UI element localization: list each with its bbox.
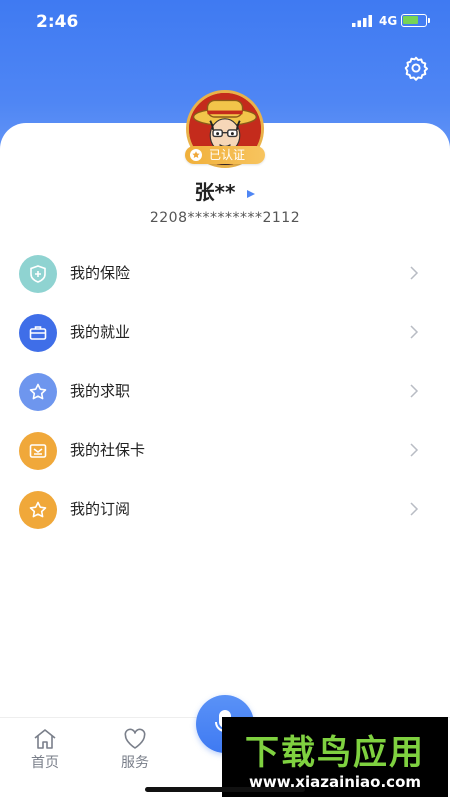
menu-item-label: 我的社保卡 xyxy=(70,441,146,459)
screen: 2:46 4G 已认证 张** 2208**********2112 我的保险 … xyxy=(0,0,450,800)
shield-plus-icon xyxy=(19,255,57,293)
verified-label: 已认证 xyxy=(209,148,246,162)
chevron-right-icon xyxy=(410,443,419,457)
signal-icon xyxy=(352,15,372,27)
battery-icon xyxy=(401,14,430,27)
star-badge-icon xyxy=(190,149,202,161)
tab-services[interactable]: 服务 xyxy=(105,728,165,772)
watermark-title: 下载鸟应用 xyxy=(245,733,425,773)
heart-icon xyxy=(124,728,146,749)
chevron-right-icon xyxy=(410,266,419,280)
tab-label: 服务 xyxy=(121,755,149,771)
id-number: 2208**********2112 xyxy=(149,210,301,226)
menu-item-insurance[interactable]: 我的保险 xyxy=(0,243,450,302)
star-icon xyxy=(19,373,57,411)
menu-item-employment[interactable]: 我的就业 xyxy=(0,302,450,361)
tab-home[interactable]: 首页 xyxy=(15,728,75,772)
flag-icon xyxy=(247,189,256,198)
user-name-row[interactable]: 张** xyxy=(0,176,450,205)
menu-item-label: 我的求职 xyxy=(70,382,131,400)
status-bar: 2:46 4G xyxy=(0,0,450,44)
menu-item-subscriptions[interactable]: 我的订阅 xyxy=(0,479,450,538)
tab-label: 首页 xyxy=(31,755,59,771)
menu-item-label: 我的就业 xyxy=(70,323,131,341)
chevron-right-icon xyxy=(410,502,419,516)
menu-item-label: 我的保险 xyxy=(70,264,131,282)
status-time: 2:46 xyxy=(36,12,79,32)
verified-badge: 已认证 xyxy=(185,146,265,164)
user-name: 张** xyxy=(194,180,236,204)
home-icon xyxy=(34,729,56,749)
menu-item-label: 我的订阅 xyxy=(70,500,131,518)
watermark: 下载鸟应用 www.xiazainiao.com xyxy=(222,717,448,797)
chevron-right-icon xyxy=(410,384,419,398)
gear-icon[interactable] xyxy=(403,55,429,81)
briefcase-icon xyxy=(19,314,57,352)
card-icon xyxy=(19,432,57,470)
menu-item-job-search[interactable]: 我的求职 xyxy=(0,361,450,420)
home-indicator[interactable] xyxy=(145,787,305,792)
chevron-right-icon xyxy=(410,325,419,339)
network-type: 4G xyxy=(379,14,398,28)
star-icon xyxy=(19,491,57,529)
menu-item-social-security-card[interactable]: 我的社保卡 xyxy=(0,420,450,479)
